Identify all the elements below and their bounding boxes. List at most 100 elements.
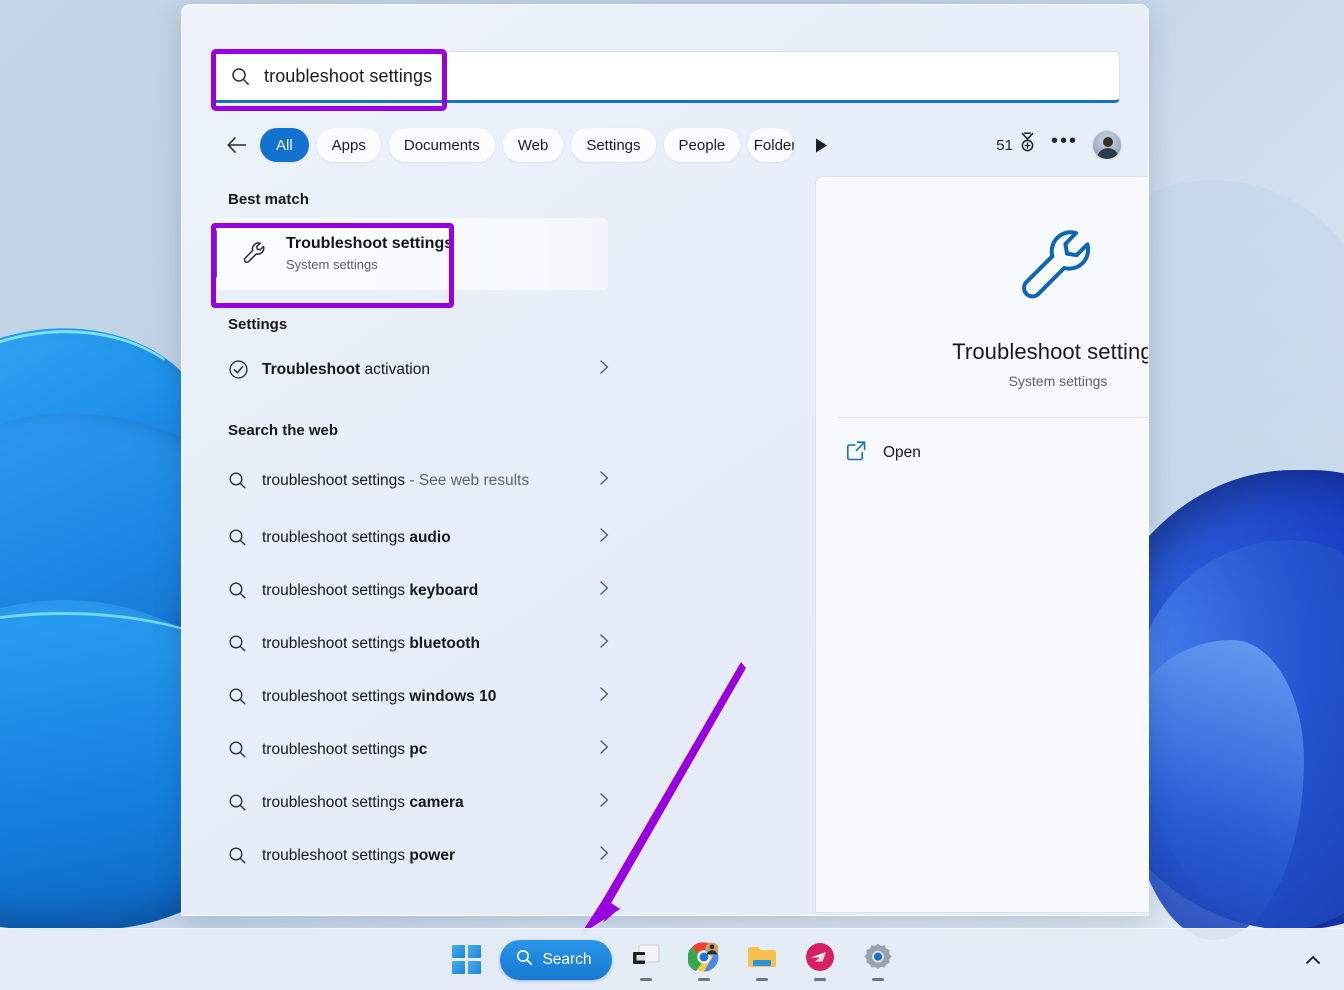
search-icon <box>231 67 250 86</box>
preview-divider <box>838 417 1149 418</box>
settings-result-normal: activation <box>360 361 430 378</box>
chrome-button[interactable] <box>680 936 728 984</box>
spacer <box>228 290 822 316</box>
taskbar: Search <box>0 928 1344 990</box>
preview-title: Troubleshoot settings <box>816 339 1149 365</box>
chevron-right-icon[interactable] <box>599 359 610 380</box>
web-result-label: troubleshoot settings windows 10 <box>262 686 496 707</box>
chevron-right-icon[interactable] <box>599 527 610 548</box>
running-indicator <box>872 978 884 981</box>
web-result-prefix: troubleshoot settings <box>262 635 409 652</box>
chrome-icon <box>688 941 720 978</box>
running-indicator <box>640 978 652 981</box>
web-result-row[interactable]: troubleshoot settings windows 10 <box>210 670 620 723</box>
rewards-medal-icon <box>1018 132 1037 158</box>
best-match-item[interactable]: Troubleshoot settings System settings <box>214 218 608 290</box>
tab-web[interactable]: Web <box>503 128 564 162</box>
web-result-prefix: troubleshoot settings <box>262 529 409 546</box>
spacer <box>228 396 822 422</box>
search-icon <box>228 687 262 706</box>
search-filter-tabs: All Apps Documents Web Settings People F… <box>222 125 1122 165</box>
search-input[interactable]: troubleshoot settings <box>212 51 1120 103</box>
web-result-suffix: keyboard <box>409 582 478 599</box>
web-result-row[interactable]: troubleshoot settings audio <box>210 511 620 564</box>
chevron-right-icon[interactable] <box>599 845 610 866</box>
avatar-body <box>1097 148 1119 160</box>
web-result-label: troubleshoot settings audio <box>262 527 451 548</box>
chevron-up-icon[interactable] <box>1296 943 1330 977</box>
chevron-right-icon[interactable] <box>599 633 610 654</box>
web-result-row[interactable]: troubleshoot settings pc <box>210 723 620 776</box>
running-indicator <box>814 978 826 981</box>
chevron-right-icon[interactable] <box>599 792 610 813</box>
file-explorer-button[interactable] <box>738 936 786 984</box>
web-result-row[interactable]: troubleshoot settings keyboard <box>210 564 620 617</box>
task-view-button[interactable] <box>622 936 670 984</box>
settings-heading: Settings <box>228 316 822 333</box>
avatar[interactable] <box>1092 130 1122 160</box>
search-icon <box>228 740 262 759</box>
settings-button[interactable] <box>854 936 902 984</box>
web-result-label: troubleshoot settings - See web results <box>262 470 562 491</box>
search-the-web-heading: Search the web <box>228 422 822 439</box>
preview-open-action[interactable]: Open <box>846 436 1149 470</box>
tab-settings[interactable]: Settings <box>571 128 655 162</box>
gear-icon <box>863 942 893 977</box>
rewards-button[interactable]: 51 <box>996 132 1037 158</box>
tab-folders[interactable]: Folders <box>748 128 794 162</box>
chevron-right-icon[interactable] <box>599 686 610 707</box>
chevron-right-icon[interactable] <box>599 580 610 601</box>
back-arrow-icon[interactable] <box>222 130 252 160</box>
web-result-prefix: troubleshoot settings <box>262 688 409 705</box>
app-button[interactable] <box>796 936 844 984</box>
preview-subtitle: System settings <box>816 373 1149 389</box>
web-result-suffix: audio <box>409 529 450 546</box>
web-result-dim: - See web results <box>405 472 529 489</box>
settings-result-row[interactable]: Troubleshoot activation <box>210 343 620 396</box>
search-icon <box>228 846 262 865</box>
web-result-row[interactable]: troubleshoot settings power <box>210 829 620 882</box>
web-result-suffix: pc <box>409 741 427 758</box>
tab-all[interactable]: All <box>260 128 309 162</box>
open-external-icon <box>846 440 867 466</box>
best-match-text-block: Troubleshoot settings System settings <box>286 234 453 274</box>
chevron-right-icon[interactable] <box>599 470 610 491</box>
task-view-icon <box>631 943 661 976</box>
tab-people[interactable]: People <box>664 128 741 162</box>
search-results-list: Best match Troubleshoot settings System … <box>182 177 822 916</box>
play-forward-icon[interactable] <box>808 132 834 158</box>
best-match-subtitle: System settings <box>286 256 453 274</box>
web-result-row[interactable]: troubleshoot settings bluetooth <box>210 617 620 670</box>
windows-logo-icon <box>452 945 481 974</box>
web-result-label: troubleshoot settings bluetooth <box>262 633 480 654</box>
search-icon <box>228 471 262 490</box>
preview-open-label: Open <box>883 444 921 462</box>
tab-documents[interactable]: Documents <box>389 128 495 162</box>
result-preview-pane: Troubleshoot settings System settings Op… <box>816 177 1149 912</box>
web-result-row[interactable]: troubleshoot settings - See web results <box>210 449 620 511</box>
best-match-heading: Best match <box>228 191 822 208</box>
web-result-label: troubleshoot settings keyboard <box>262 580 478 601</box>
search-flyout-panel: troubleshoot settings All Apps Documents… <box>181 4 1149 916</box>
web-result-suffix: power <box>409 847 455 864</box>
settings-result-bold: Troubleshoot <box>262 361 360 378</box>
search-icon <box>516 949 533 971</box>
web-result-prefix: troubleshoot settings <box>262 582 409 599</box>
search-input-value: troubleshoot settings <box>264 66 432 87</box>
more-options-icon[interactable]: ••• <box>1051 136 1078 154</box>
running-indicator <box>756 978 768 981</box>
web-result-label: troubleshoot settings power <box>262 845 455 866</box>
chevron-right-icon[interactable] <box>599 739 610 760</box>
tab-apps[interactable]: Apps <box>317 128 381 162</box>
running-indicator <box>698 978 710 981</box>
wrench-icon <box>240 239 270 269</box>
best-match-title: Troubleshoot settings <box>286 234 453 254</box>
settings-result-label: Troubleshoot activation <box>262 359 430 380</box>
web-result-row[interactable]: troubleshoot settings camera <box>210 776 620 829</box>
web-result-suffix: camera <box>409 794 463 811</box>
taskbar-search-button[interactable]: Search <box>500 940 611 980</box>
start-button[interactable] <box>442 936 490 984</box>
web-result-suffix: bluetooth <box>409 635 480 652</box>
web-result-label: troubleshoot settings camera <box>262 792 464 813</box>
rewards-count: 51 <box>996 137 1013 154</box>
